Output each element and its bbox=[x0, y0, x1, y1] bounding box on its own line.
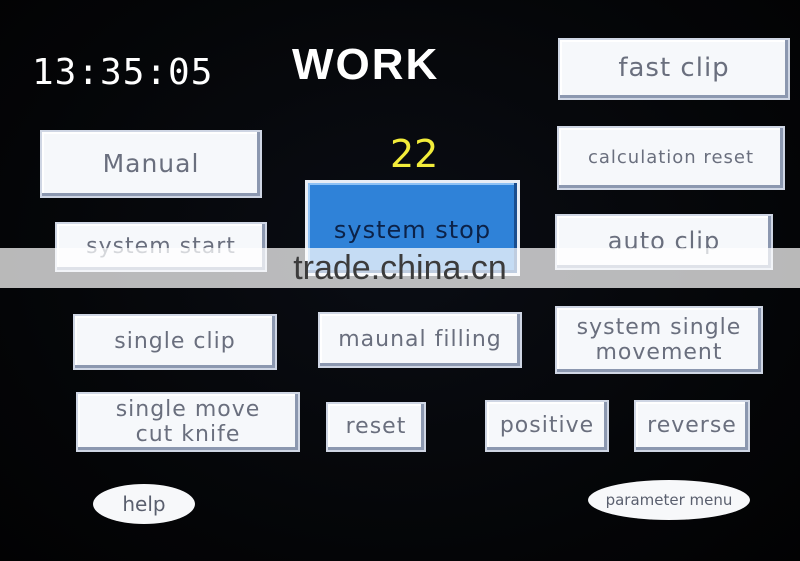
fast-clip-label: fast clip bbox=[618, 53, 730, 84]
single-clip-label: single clip bbox=[114, 329, 236, 355]
system-single-movement-label-line1: system single bbox=[576, 314, 742, 340]
single-move-cut-knife-label-line1: single move bbox=[115, 396, 261, 422]
hmi-screen: 13:35:05 WORK 22 fast clip Manual calcul… bbox=[0, 0, 800, 561]
calculation-reset-button[interactable]: calculation reset bbox=[557, 126, 785, 190]
page-title: WORK bbox=[292, 40, 440, 89]
system-stop-label: system stop bbox=[333, 216, 492, 244]
reverse-label: reverse bbox=[647, 413, 737, 439]
manual-button[interactable]: Manual bbox=[40, 130, 262, 198]
single-move-cut-knife-label-line2: cut knife bbox=[135, 422, 241, 447]
clock-display: 13:35:05 bbox=[32, 52, 214, 93]
maunal-filling-label: maunal filling bbox=[338, 327, 502, 353]
reverse-button[interactable]: reverse bbox=[634, 400, 750, 452]
manual-label: Manual bbox=[102, 148, 200, 178]
help-button[interactable]: help bbox=[93, 484, 195, 524]
reset-label: reset bbox=[345, 414, 407, 440]
positive-button[interactable]: positive bbox=[485, 400, 609, 452]
positive-label: positive bbox=[499, 413, 595, 439]
maunal-filling-button[interactable]: maunal filling bbox=[318, 312, 522, 368]
fast-clip-button[interactable]: fast clip bbox=[558, 38, 790, 100]
system-single-movement-label-line2: movement bbox=[595, 340, 723, 365]
single-move-cut-knife-button[interactable]: single move cut knife bbox=[76, 392, 300, 452]
single-clip-button[interactable]: single clip bbox=[73, 314, 277, 370]
help-label: help bbox=[122, 492, 166, 516]
parameter-menu-button[interactable]: parameter menu bbox=[588, 480, 750, 520]
reset-button[interactable]: reset bbox=[326, 402, 426, 452]
watermark-banner: trade.china.cn bbox=[0, 248, 800, 288]
system-single-movement-button[interactable]: system single movement bbox=[555, 306, 763, 374]
watermark-text: trade.china.cn bbox=[293, 248, 507, 287]
counter-display: 22 bbox=[390, 132, 439, 176]
calculation-reset-label: calculation reset bbox=[587, 146, 755, 168]
parameter-menu-label: parameter menu bbox=[605, 491, 733, 509]
